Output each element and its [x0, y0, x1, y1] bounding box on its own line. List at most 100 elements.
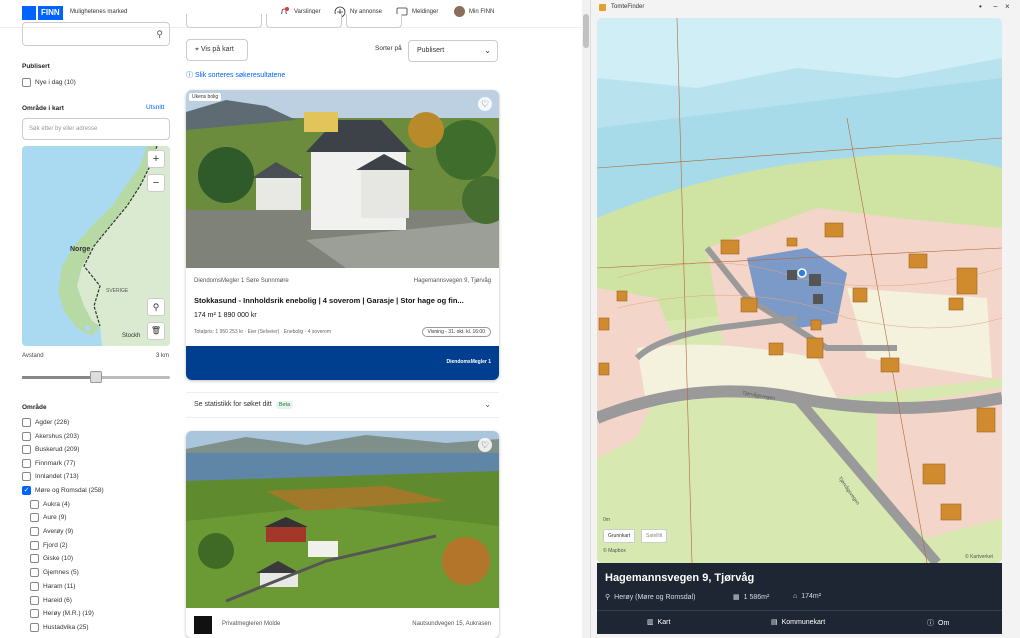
- map-label-norway: Norge: [70, 246, 91, 253]
- nav-messages[interactable]: Meldinger: [396, 6, 438, 18]
- checkbox[interactable]: [30, 554, 39, 564]
- app-bottom-tabs: ▥ Kart ▤ Kommunekart ⓘ Om: [597, 610, 1002, 634]
- pin-icon[interactable]: •: [979, 2, 982, 11]
- listing-card[interactable]: ♡ Privatmegleren Molde Nautsundvegen 15,…: [186, 431, 499, 638]
- heart-icon[interactable]: ♡: [478, 438, 492, 452]
- listing-price: 174 m² 1 890 000 kr: [194, 312, 257, 319]
- checkbox[interactable]: [30, 581, 39, 591]
- delete-area-button[interactable]: 🗑: [147, 322, 165, 340]
- area-filter-item[interactable]: Akershus (203): [22, 431, 79, 441]
- checkbox[interactable]: [30, 513, 39, 523]
- tab-municipality-map[interactable]: ▤ Kommunekart: [771, 618, 825, 627]
- house-icon: ⌂: [793, 593, 798, 600]
- listing-card[interactable]: Ukens bolig ♡ DiendomsMegler 1 Søre Sunn…: [186, 90, 499, 380]
- subarea-filter-item[interactable]: Haram (11): [30, 581, 75, 591]
- listing-photo[interactable]: ♡: [186, 431, 499, 608]
- subarea-filter-item[interactable]: Herøy (M.R.) (19): [30, 609, 94, 619]
- finn-logo[interactable]: FINN: [22, 6, 66, 20]
- subarea-filter-item[interactable]: Giske (10): [30, 554, 73, 564]
- map-label-sweden: SVERIGE: [106, 288, 129, 294]
- subarea-filter-item[interactable]: Averøy (9): [30, 527, 73, 536]
- area-label: Møre og Romsdal (258): [35, 487, 104, 494]
- nav-label: Min FINN: [469, 8, 495, 15]
- area-filter-item[interactable]: Agder (226): [22, 418, 69, 427]
- house-photo-illustration: [186, 90, 499, 268]
- locate-button[interactable]: ⚲: [147, 298, 165, 316]
- area-filter-item[interactable]: Buskerud (209): [22, 445, 79, 455]
- checkbox[interactable]: [22, 445, 31, 455]
- listing-title[interactable]: Stokkasund - Innholdsrik enebolig | 4 so…: [194, 296, 464, 305]
- listing-photo[interactable]: Ukens bolig ♡: [186, 90, 499, 268]
- checkbox-checked[interactable]: ✓: [22, 486, 31, 495]
- zoom-out-button[interactable]: −: [147, 174, 165, 192]
- listing-location: Nautsundvegen 15, Aukrasen: [412, 621, 491, 627]
- checkbox[interactable]: [30, 540, 39, 550]
- tomtefinder-app-pane: TomteFinder • − × Tjørvågsvegen Tjørvågs…: [590, 0, 1020, 638]
- map-area-link[interactable]: Utsnitt: [146, 104, 164, 111]
- close-icon[interactable]: ×: [1005, 2, 1010, 11]
- basemap-toggle[interactable]: Grunnkart: [603, 529, 636, 543]
- logo-text: FINN: [38, 6, 63, 20]
- scrollbar-thumb[interactable]: [583, 14, 589, 48]
- filter-minimap[interactable]: Norge SVERIGE Stockh + − ⚲ 🗑: [22, 146, 170, 346]
- area-filter-item[interactable]: Innlandet (713): [22, 472, 79, 482]
- filter-chip[interactable]: [186, 14, 262, 28]
- subarea-filter-item[interactable]: Hustadvika (25): [30, 622, 89, 632]
- checkbox[interactable]: [30, 568, 39, 578]
- tab-map[interactable]: ▥ Kart: [647, 618, 670, 627]
- checkbox[interactable]: [22, 418, 31, 427]
- checkbox[interactable]: [30, 595, 39, 605]
- filter-chip[interactable]: [266, 14, 342, 28]
- area-filter-item[interactable]: ✓ Møre og Romsdal (258): [22, 486, 104, 495]
- minimize-icon[interactable]: −: [993, 2, 998, 11]
- subarea-label: Giske (10): [43, 555, 73, 563]
- published-heading: Publisert: [22, 63, 50, 70]
- checkbox[interactable]: [22, 458, 31, 468]
- subarea-filter-item[interactable]: Hareid (6): [30, 595, 72, 605]
- subarea-label: Hustadvika (25): [43, 623, 89, 631]
- subarea-filter-item[interactable]: Aure (9): [30, 513, 67, 523]
- checkbox[interactable]: [22, 431, 31, 441]
- subarea-filter-item[interactable]: Fjord (2): [30, 540, 68, 550]
- filter-chip[interactable]: [346, 14, 402, 28]
- subarea-label: Fjord (2): [43, 541, 68, 549]
- distance-slider[interactable]: [22, 371, 170, 383]
- sidebar-search-input[interactable]: ⚲: [22, 22, 170, 46]
- subarea-label: Averøy (9): [43, 528, 74, 535]
- heart-icon[interactable]: ♡: [478, 97, 492, 111]
- checkbox[interactable]: [30, 622, 39, 632]
- sort-info-link[interactable]: ⓘ Slik sorteres søkeresultatene: [186, 70, 285, 80]
- address-search-input[interactable]: Søk etter by eller adresse: [22, 118, 170, 140]
- zoom-in-button[interactable]: +: [147, 150, 165, 168]
- building-area-row: ⌂ 174m²: [793, 593, 821, 600]
- chevron-down-icon: ⌄: [484, 46, 491, 55]
- tab-about[interactable]: ⓘ Om: [927, 618, 949, 628]
- view-on-map-button[interactable]: ⌖ Vis på kart: [186, 39, 248, 61]
- subarea-label: Gjemnes (5): [43, 569, 79, 577]
- nav-label: Meldinger: [412, 9, 439, 15]
- filter-new-today[interactable]: Nye i dag (10): [22, 78, 76, 87]
- slider-handle[interactable]: [90, 371, 102, 383]
- subarea-filter-item[interactable]: Aukra (4): [30, 499, 70, 509]
- search-stats-bar[interactable]: Se statistikk for søket ditt Beta ⌄: [186, 392, 499, 418]
- area-label: Innlandet (713): [35, 473, 79, 481]
- area-filter-item[interactable]: Finnmark (77): [22, 458, 75, 468]
- sort-label: Sorter på: [375, 45, 402, 52]
- info-icon: ⓘ: [927, 620, 934, 627]
- nav-my-finn[interactable]: Min FINN: [454, 6, 494, 17]
- checkbox[interactable]: [22, 472, 31, 482]
- checkbox[interactable]: [30, 499, 39, 509]
- checkbox[interactable]: [30, 527, 39, 536]
- property-map[interactable]: Tjørvågsvegen Tjørvågsvegen 0m Grunnkart…: [597, 18, 1002, 563]
- subarea-filter-item[interactable]: Gjemnes (5): [30, 568, 79, 578]
- layers-icon: ▤: [771, 619, 778, 626]
- sort-select[interactable]: Publisert ⌄: [408, 40, 498, 62]
- map-scale: 0m: [603, 517, 610, 523]
- subarea-label: Aure (9): [43, 514, 67, 522]
- satellite-toggle[interactable]: Satellitt: [641, 529, 668, 543]
- distance-label: Avstand: [22, 353, 44, 359]
- checkbox[interactable]: [30, 609, 39, 619]
- agent-banner[interactable]: DiendomsMegler 1: [186, 346, 499, 380]
- checkbox[interactable]: [22, 78, 31, 87]
- page-scrollbar[interactable]: [582, 0, 590, 638]
